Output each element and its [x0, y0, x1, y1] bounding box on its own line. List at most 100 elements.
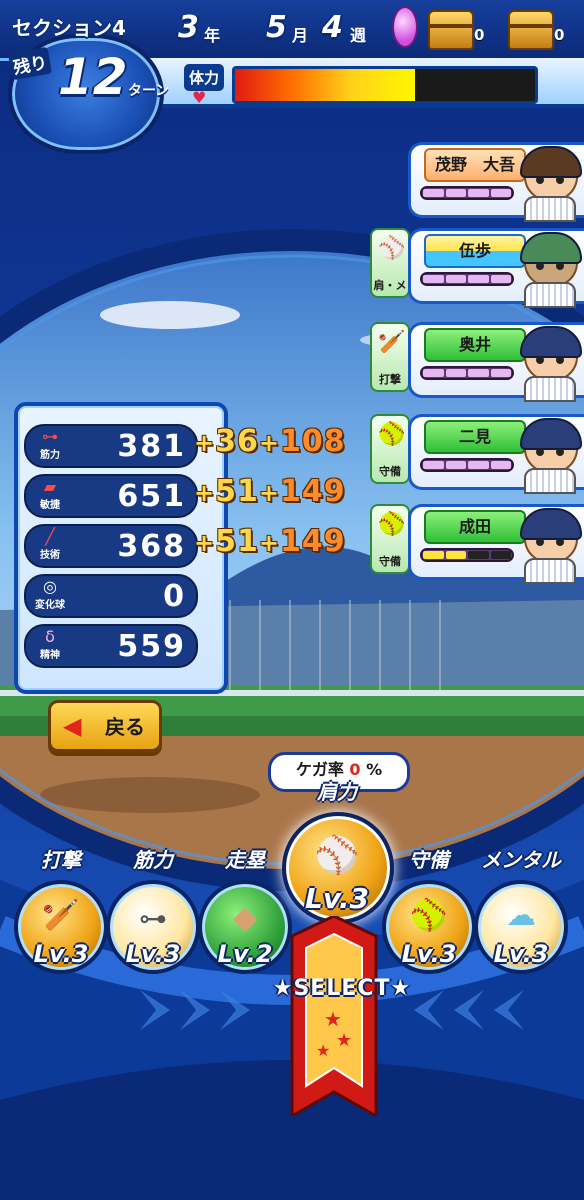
glove-icon: 🥎	[378, 422, 406, 447]
training-label: 走塁	[225, 848, 265, 872]
hint-label: 肩・メ	[373, 279, 407, 292]
avatar-eye	[536, 176, 544, 184]
stat-bonus-technique: +51+149	[194, 524, 346, 564]
bat-icon: ╱ 技術	[30, 528, 70, 562]
month-unit: 月	[292, 26, 309, 45]
plus-sign: +	[194, 429, 216, 457]
training-button-mental[interactable]: メンタル ☁ Lv.3	[474, 848, 568, 974]
ball-icon: ⚾	[314, 835, 360, 876]
bat-icon: 🏏	[42, 898, 80, 933]
gauge-segment	[445, 551, 466, 559]
stat-bonus-agility: +51+149	[194, 474, 346, 514]
ball-icon: ◎ 変化球	[30, 578, 70, 612]
bonus-value: 51	[215, 524, 259, 559]
back-button[interactable]: ◀ 戻る	[48, 700, 162, 752]
training-level: Lv.3	[125, 940, 181, 968]
stat-row-power: ⊶ 筋力 381	[24, 424, 198, 468]
training-button-power[interactable]: 筋力 ⊶ Lv.3	[106, 848, 200, 974]
training-label: 打撃	[41, 848, 81, 872]
spirit-icon: δ 精神	[30, 628, 70, 662]
partner-card[interactable]: ⚾ 肩・メ 伍歩	[370, 228, 584, 310]
avatar	[514, 416, 582, 494]
week-number: 4	[322, 10, 343, 45]
avatar-uniform	[524, 282, 576, 308]
gauge-segment	[423, 369, 444, 377]
baseball-cap	[520, 326, 582, 358]
treasure-chest-icon[interactable]	[428, 10, 474, 50]
avatar-uniform	[524, 376, 576, 402]
partner-name: 茂野 大吾	[424, 148, 526, 182]
partner-card[interactable]: 茂野 大吾	[408, 142, 584, 224]
stat-value: 651	[117, 479, 186, 514]
gauge-segment	[468, 369, 489, 377]
avatar-uniform	[524, 468, 576, 494]
gauge-segment	[468, 551, 489, 559]
partner-name: 成田	[424, 510, 526, 544]
hint-label: 守備	[379, 555, 401, 568]
select-text: SELECT	[293, 976, 391, 1001]
gauge-segment	[490, 369, 511, 377]
training-label: 肩力	[317, 780, 357, 804]
item-capsule-icon[interactable]	[392, 6, 418, 48]
stat-row-technique: ╱ 技術 368	[24, 524, 198, 568]
training-level: Lv.3	[33, 940, 89, 968]
svg-text:★: ★	[336, 1030, 352, 1051]
bonus-value: 36	[215, 424, 259, 459]
bat-icon: 🏏	[378, 330, 406, 355]
stat-row-agility: ▰ 敏捷 651	[24, 474, 198, 518]
chest-count: 0	[474, 26, 485, 44]
avatar-eye	[556, 538, 564, 546]
avatar-eye	[536, 262, 544, 270]
gauge-segment	[490, 275, 511, 283]
section-label: セクション4	[12, 16, 126, 40]
avatar-eye	[536, 356, 544, 364]
partner-card[interactable]: 🏏 打撃 奥井	[370, 322, 584, 404]
gauge-segment	[468, 189, 489, 197]
stat-label: 筋力	[40, 450, 60, 461]
avatar-uniform	[524, 196, 576, 222]
partner-name: 奥井	[424, 328, 526, 362]
avatar-eye	[556, 262, 564, 270]
avatar-eye	[556, 176, 564, 184]
gauge-segment	[423, 275, 444, 283]
avatar	[514, 506, 582, 584]
chest-count: 0	[554, 26, 565, 44]
friendship-gauge	[420, 272, 514, 286]
gauge-segment	[423, 189, 444, 197]
plus-sign: +	[258, 429, 280, 457]
avatar-eye	[556, 448, 564, 456]
partner-card[interactable]: 🥎 守備 二見	[370, 414, 584, 496]
baseball-cap	[520, 418, 582, 450]
glove-icon: 🥎	[410, 898, 448, 933]
bonus-value: 51	[215, 474, 259, 509]
stat-label: 変化球	[35, 600, 65, 611]
avatar-hair	[520, 146, 582, 178]
bonus-value: 149	[279, 524, 346, 559]
plus-sign: +	[258, 529, 280, 557]
training-button-running[interactable]: 走塁 ◆ Lv.2	[198, 848, 292, 974]
gauge-segment	[423, 461, 444, 469]
gauge-segment	[445, 189, 466, 197]
glove-icon: 🥎	[378, 512, 406, 537]
bonus-value: 149	[279, 474, 346, 509]
heart-icon: ♥	[192, 88, 207, 107]
partner-card[interactable]: 🥎 守備 成田	[370, 504, 584, 586]
training-button-shoulder-selected[interactable]: 肩力 ⚾ Lv.3	[282, 780, 394, 924]
stamina-bar	[232, 66, 538, 104]
friendship-gauge	[420, 458, 514, 472]
training-label: 守備	[409, 848, 449, 872]
select-ribbon[interactable]: ★ ★ ★	[284, 916, 384, 1116]
training-button-defense[interactable]: 守備 🥎 Lv.3	[382, 848, 476, 974]
gauge-segment	[490, 189, 511, 197]
training-hint-badge: 🥎 守備	[370, 504, 410, 574]
training-button-batting[interactable]: 打撃 🏏 Lv.3	[14, 848, 108, 974]
partner-name: 伍歩	[424, 234, 526, 268]
treasure-chest-icon[interactable]	[508, 10, 554, 50]
training-label: メンタル	[481, 848, 561, 872]
stat-label: 精神	[40, 650, 60, 661]
baseball-cap	[520, 508, 582, 540]
plus-sign: +	[194, 529, 216, 557]
bonus-value: 108	[279, 424, 346, 459]
shoulder-ball-icon: ⚾	[378, 236, 406, 261]
avatar-uniform	[524, 558, 576, 584]
